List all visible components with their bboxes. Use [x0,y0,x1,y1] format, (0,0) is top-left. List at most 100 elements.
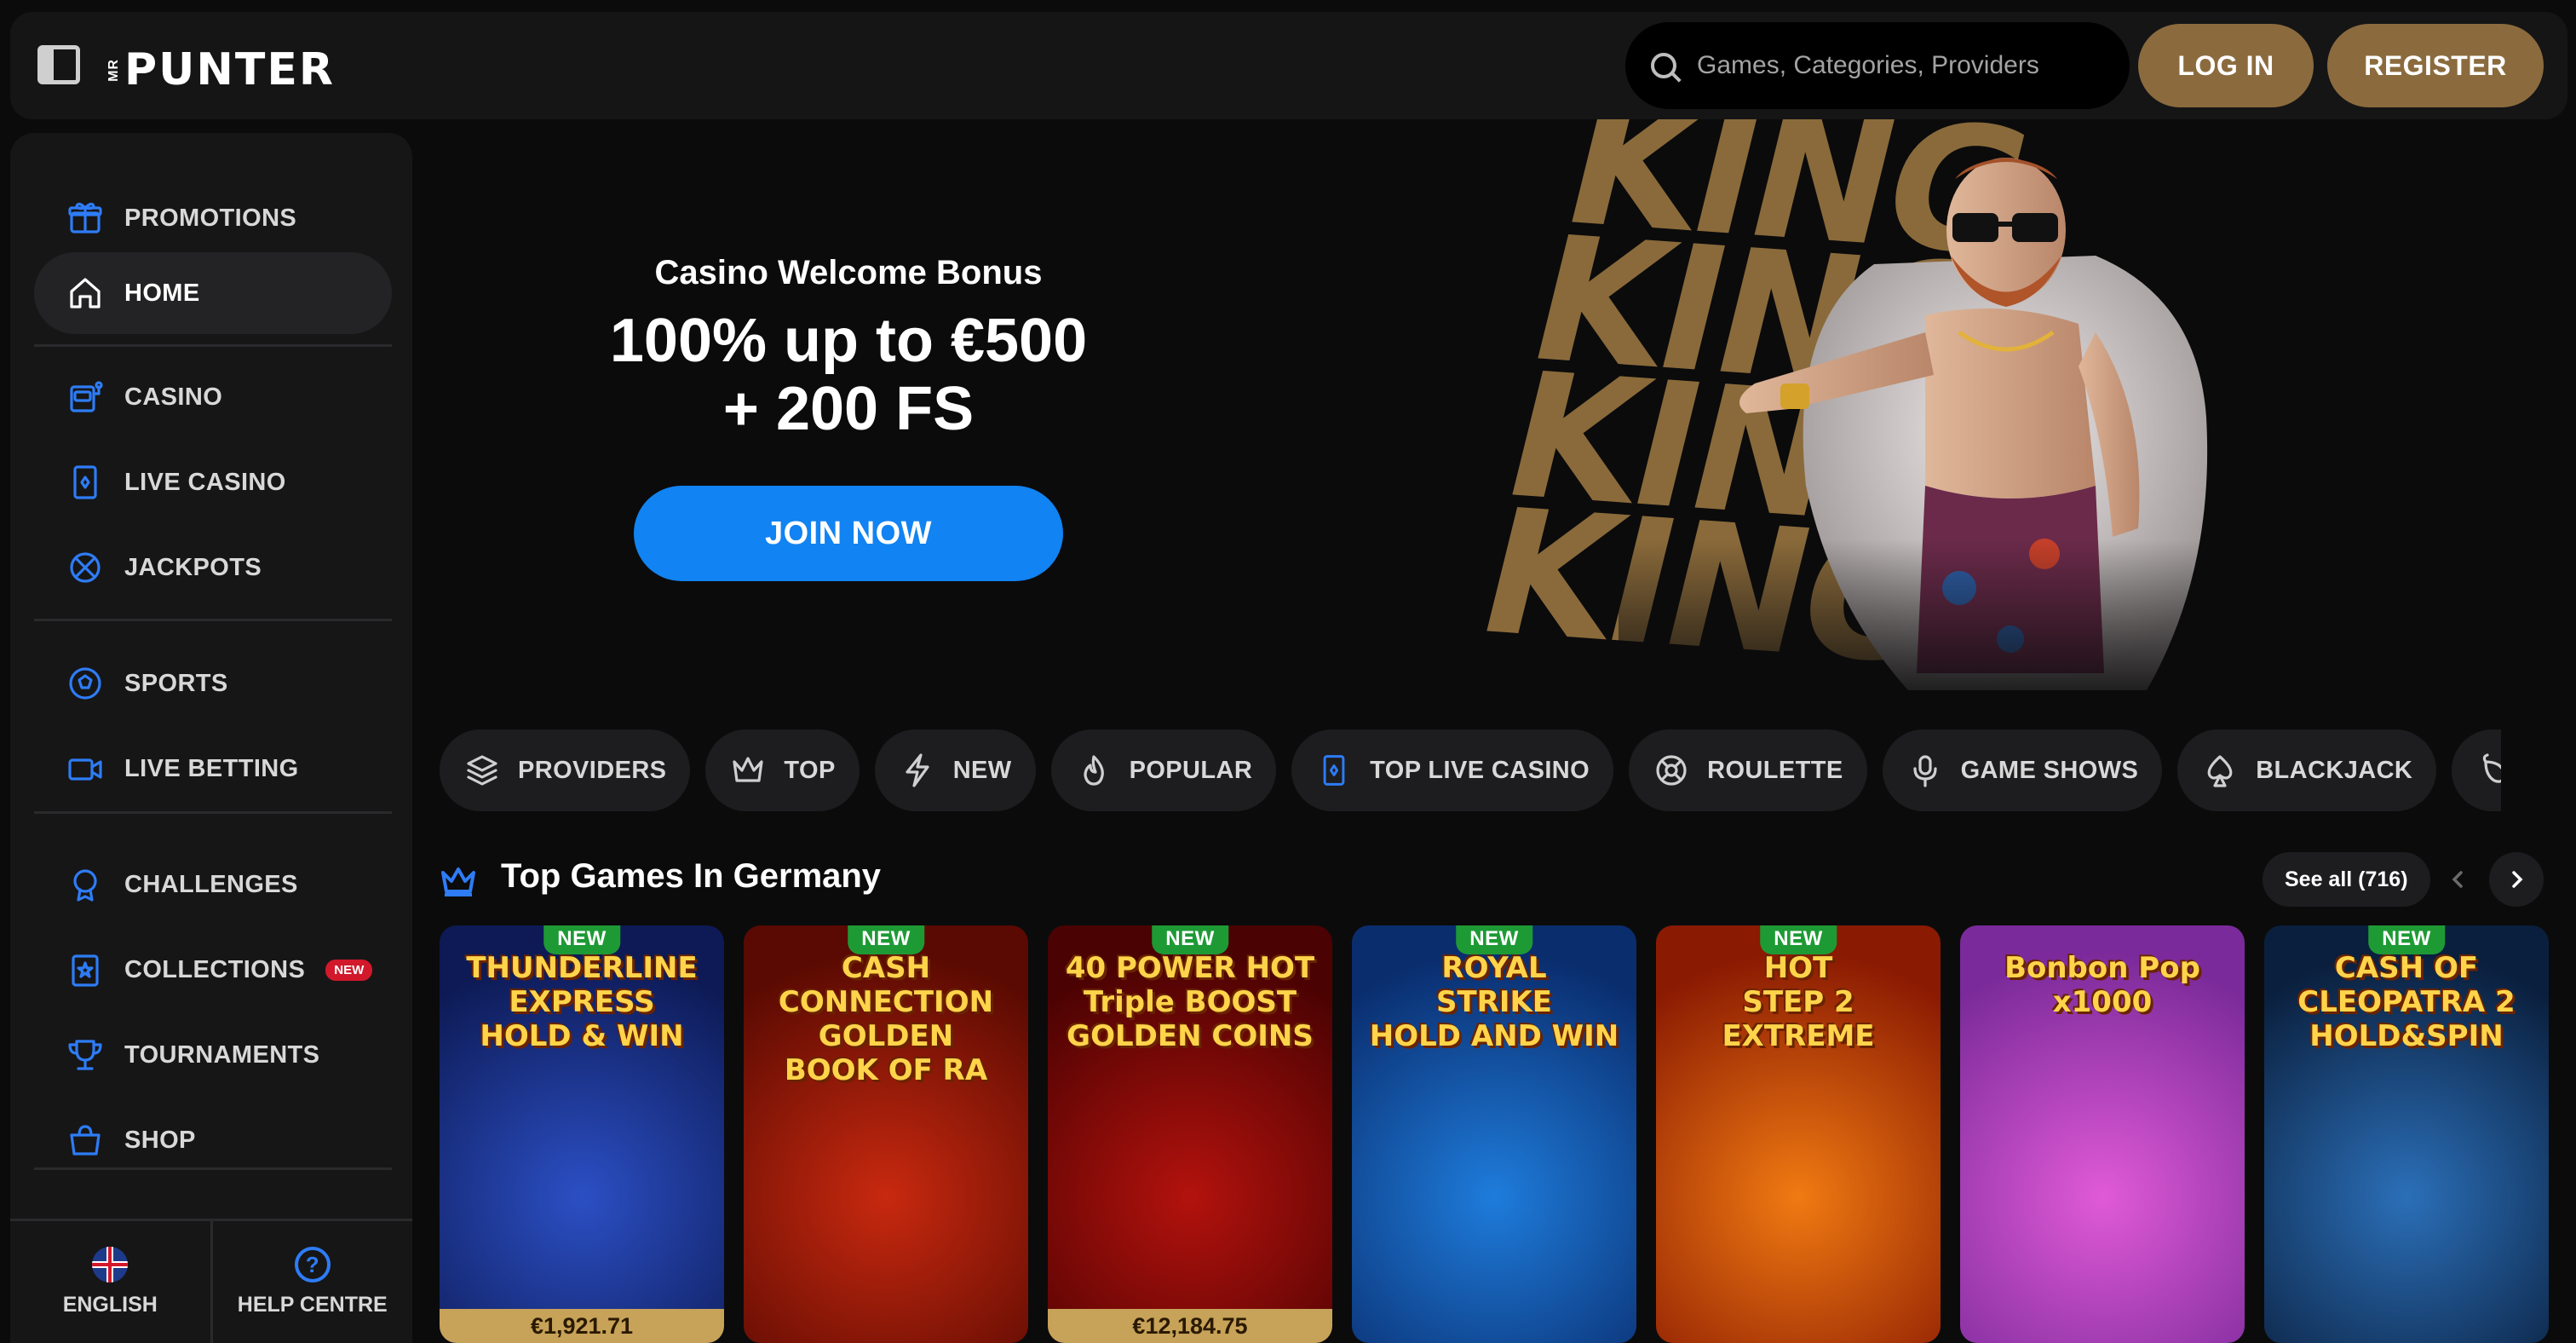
game-card[interactable]: HOT STEP 2 EXTREME NEW [1656,925,1941,1343]
trophy-icon [66,1036,104,1074]
chip-label: POPULAR [1129,756,1253,784]
flame-icon [1077,753,1111,787]
game-title: CASH OF CLEOPATRA 2 HOLD&SPIN [2297,951,2516,1053]
hero-title: 100% up to €500 + 200 FS [609,307,1088,443]
register-button[interactable]: REGISTER [2327,24,2544,107]
sidebar-item-live-betting[interactable]: LIVE BETTING [34,728,392,810]
football-icon [66,665,104,702]
sidebar-item-challenges[interactable]: CHALLENGES [34,844,392,925]
language-label: ENGLISH [62,1293,158,1317]
chip-providers[interactable]: PROVIDERS [440,729,691,811]
jackpot-amount: €12,184.75 [1048,1309,1332,1343]
games-carousel: THUNDERLINE EXPRESS HOLD & WIN NEW €1,92… [440,925,2576,1343]
microphone-icon [1908,753,1942,787]
sidebar-item-label: PROMOTIONS [124,204,297,232]
trophy-badge-icon [66,866,104,903]
game-card[interactable]: 40 POWER HOT Triple BOOST GOLDEN COINS N… [1048,925,1332,1343]
uk-flag-icon [92,1247,129,1282]
help-centre-link[interactable]: ? HELP CENTRE [213,1221,413,1343]
jackpot-icon [66,549,104,586]
search-icon [1651,53,1676,78]
hero-artwork: KING KING KING KING [1461,119,2576,716]
home-icon [66,274,104,312]
game-card[interactable]: Bonbon Pop x1000 [1960,925,2245,1343]
chip-label: PROVIDERS [518,756,667,784]
login-button[interactable]: LOG IN [2138,24,2314,107]
sidebar-toggle-icon[interactable] [37,45,80,84]
section-title: Top Games In Germany [501,857,882,895]
game-card[interactable]: THUNDERLINE EXPRESS HOLD & WIN NEW €1,92… [440,925,724,1343]
sidebar-item-live-casino[interactable]: LIVE CASINO [34,441,392,523]
game-title: Bonbon Pop x1000 [2004,951,2200,1019]
top-header: MR PUNTER LOG IN REGISTER [10,12,2567,119]
sidebar-item-home[interactable]: HOME [34,252,392,334]
chip-top[interactable]: TOP [705,729,860,811]
chip-popular[interactable]: POPULAR [1050,729,1277,811]
chip-roulette[interactable]: ROULETTE [1629,729,1867,811]
logo-prefix: MR [106,58,121,82]
layers-icon [465,753,499,787]
hero-banner: Casino Welcome Bonus 100% up to €500 + 2… [412,119,2576,716]
hero-character-illustration [1619,128,2385,716]
see-all-button[interactable]: See all (716) [2263,852,2430,907]
sidebar-divider [34,811,392,814]
gift-icon [66,199,104,237]
chip-label: BLACKJACK [2256,756,2413,784]
new-badge: NEW [325,959,373,981]
game-title: 40 POWER HOT Triple BOOST GOLDEN COINS [1065,951,1315,1053]
game-card[interactable]: CASH CONNECTION GOLDEN BOOK OF RA NEW [744,925,1028,1343]
site-logo[interactable]: MR PUNTER [106,48,335,92]
sidebar-item-casino[interactable]: CASINO [34,356,392,438]
join-now-button[interactable]: JOIN NOW [634,486,1063,581]
game-title: ROYAL STRIKE HOLD AND WIN [1369,951,1619,1053]
collection-icon [66,951,104,989]
new-badge: NEW [848,925,924,954]
chili-icon [2477,753,2501,787]
chip-new[interactable]: NEW [874,729,1036,811]
sidebar-item-label: LIVE CASINO [124,468,286,496]
chevron-left-icon [2452,871,2463,888]
shop-icon [66,1121,104,1159]
sidebar-item-collections[interactable]: COLLECTIONS NEW [34,929,392,1011]
chip-blackjack[interactable]: BLACKJACK [2177,729,2437,811]
sidebar-divider [34,344,392,347]
sidebar-item-label: CHALLENGES [124,870,298,898]
help-icon: ? [294,1247,331,1282]
sidebar-item-tournaments[interactable]: TOURNAMENTS [34,1014,392,1096]
game-card[interactable]: CASH OF CLEOPATRA 2 HOLD&SPIN NEW [2264,925,2549,1343]
slot-machine-icon [66,378,104,416]
sidebar-item-label: HOME [124,279,200,307]
carousel-prev-button[interactable] [2431,852,2486,907]
spade-icon [2203,753,2237,787]
sidebar: PROMOTIONS HOME CASINO LIVE CASINO JACKP… [10,133,412,1343]
carousel-next-button[interactable] [2489,852,2544,907]
top-games-header: Top Games In Germany See all (716) [440,852,2544,908]
chevron-right-icon [2512,871,2523,888]
new-badge: NEW [2368,925,2445,954]
sidebar-item-sports[interactable]: SPORTS [34,643,392,724]
crown-icon [731,753,765,787]
game-title: CASH CONNECTION GOLDEN BOOK OF RA [778,951,994,1087]
search-bar[interactable] [1625,22,2130,109]
chip-label: TOP [784,756,836,784]
sidebar-item-label: CASINO [124,383,223,411]
hero-subtitle: Casino Welcome Bonus [654,254,1043,291]
chip-hot[interactable]: HOT [2452,729,2501,811]
search-input[interactable] [1697,51,2106,80]
new-badge: NEW [1760,925,1837,954]
sidebar-divider [34,619,392,621]
game-title: THUNDERLINE EXPRESS HOLD & WIN [466,951,698,1053]
sidebar-item-jackpots[interactable]: JACKPOTS [34,527,392,608]
live-video-icon [66,750,104,787]
chip-top-live-casino[interactable]: TOP LIVE CASINO [1291,729,1614,811]
new-badge: NEW [1152,925,1228,954]
language-selector[interactable]: ENGLISH [10,1221,213,1343]
game-title: HOT STEP 2 EXTREME [1722,951,1875,1053]
sidebar-item-promotions[interactable]: PROMOTIONS [34,177,392,259]
crown-icon [441,867,475,896]
new-badge: NEW [1456,925,1532,954]
chip-game-shows[interactable]: GAME SHOWS [1882,729,2163,811]
sidebar-item-label: JACKPOTS [124,553,262,581]
card-icon [1317,753,1351,787]
game-card[interactable]: ROYAL STRIKE HOLD AND WIN NEW [1352,925,1636,1343]
